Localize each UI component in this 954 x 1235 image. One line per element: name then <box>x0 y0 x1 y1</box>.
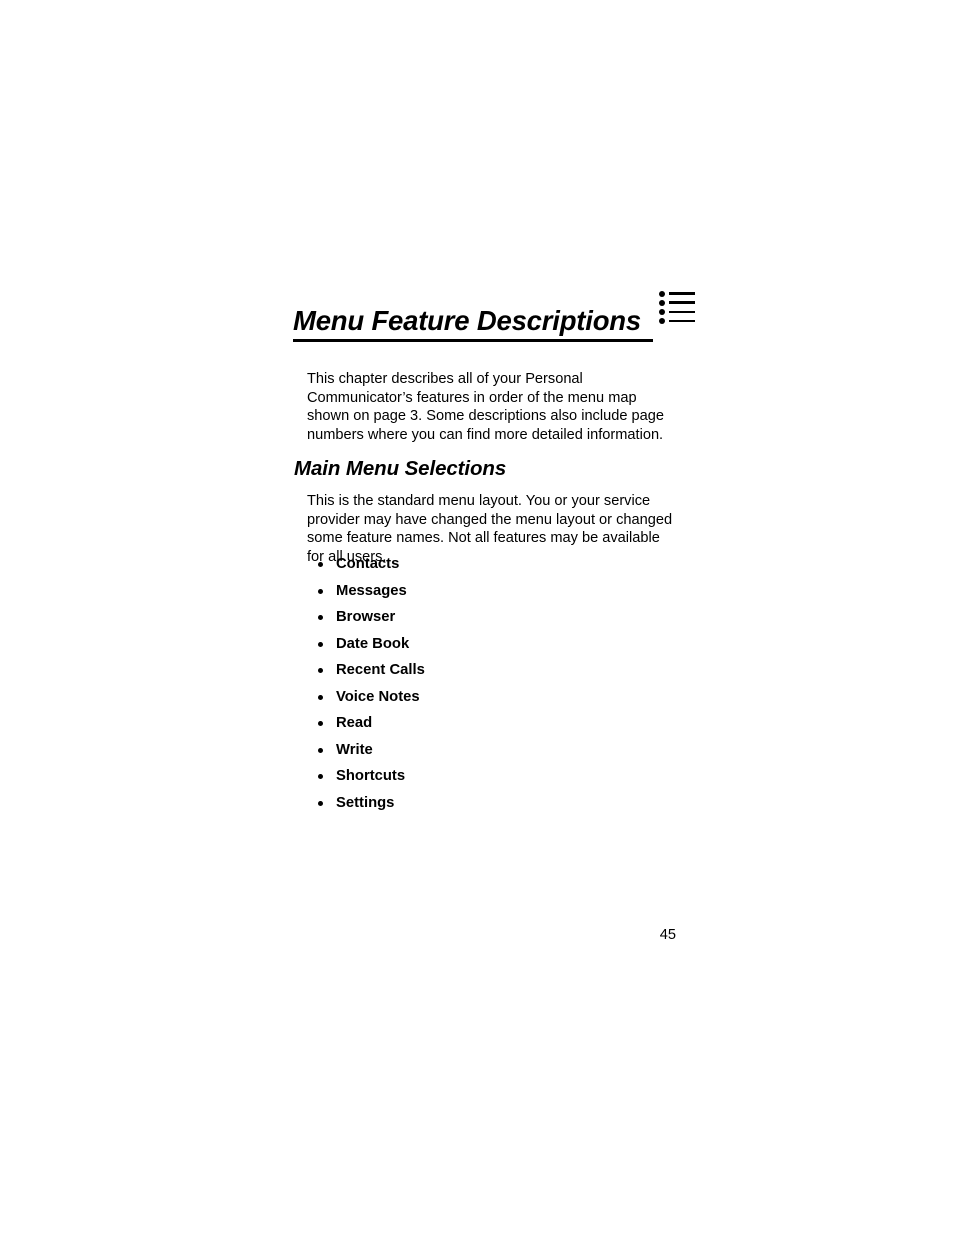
list-item: Recent Calls <box>318 661 425 688</box>
list-icon-dot <box>659 291 665 297</box>
list-item: Settings <box>318 794 425 821</box>
list-item: Shortcuts <box>318 767 425 794</box>
list-item-label: Read <box>336 715 373 731</box>
list-icon-line <box>669 301 695 305</box>
list-item: Read <box>318 714 425 741</box>
list-item-label: Date Book <box>336 635 410 652</box>
list-item-label: Settings <box>336 794 395 811</box>
intro-paragraph-block: This chapter describes all of your Perso… <box>307 370 675 444</box>
chapter-header: Menu Feature Descriptions <box>293 305 693 337</box>
section-heading: Main Menu Selections <box>294 457 507 480</box>
list-icon-row <box>659 309 695 318</box>
bulleted-list-icon <box>659 291 695 329</box>
list-item-label: Messages <box>336 582 407 599</box>
main-menu-feature-list: Contacts Messages Browser Date Book Rece… <box>318 555 425 820</box>
bullet-icon <box>318 774 323 779</box>
list-icon-line <box>669 320 695 322</box>
bullet-icon <box>318 800 323 806</box>
list-item-label: Contacts <box>336 556 400 572</box>
list-item: Browser <box>318 608 425 635</box>
document-page: Menu Feature Descriptions This chapter d… <box>0 0 954 1235</box>
page-number: 45 <box>659 927 676 943</box>
bullet-icon <box>318 615 323 620</box>
bullet-icon <box>318 721 323 726</box>
list-icon-line <box>669 292 695 296</box>
list-icon-dot <box>659 318 665 324</box>
list-icon-row <box>659 300 695 309</box>
bullet-icon <box>318 668 323 673</box>
list-icon-dot <box>659 300 665 306</box>
title-divider-rule <box>293 339 653 342</box>
bullet-icon <box>318 588 323 594</box>
list-icon-row <box>659 291 695 300</box>
list-item-label: Browser <box>336 609 396 625</box>
bullet-icon <box>318 747 323 753</box>
bullet-icon <box>318 694 323 700</box>
list-item-label: Recent Calls <box>336 662 425 678</box>
bullet-icon <box>318 562 323 567</box>
bullet-icon <box>318 641 323 647</box>
list-item: Date Book <box>318 635 425 662</box>
intro-paragraph-text: This chapter describes all of your Perso… <box>307 371 664 443</box>
list-item: Contacts <box>318 555 425 582</box>
list-icon-line <box>669 311 695 313</box>
list-item-label: Shortcuts <box>336 768 406 784</box>
list-item: Voice Notes <box>318 688 425 715</box>
list-item-label: Voice Notes <box>336 688 420 705</box>
list-icon-row <box>659 318 695 327</box>
list-item-label: Write <box>336 741 373 758</box>
list-item: Write <box>318 741 425 768</box>
page-title: Menu Feature Descriptions <box>293 305 641 336</box>
list-icon-dot <box>659 309 665 315</box>
list-item: Messages <box>318 582 425 609</box>
